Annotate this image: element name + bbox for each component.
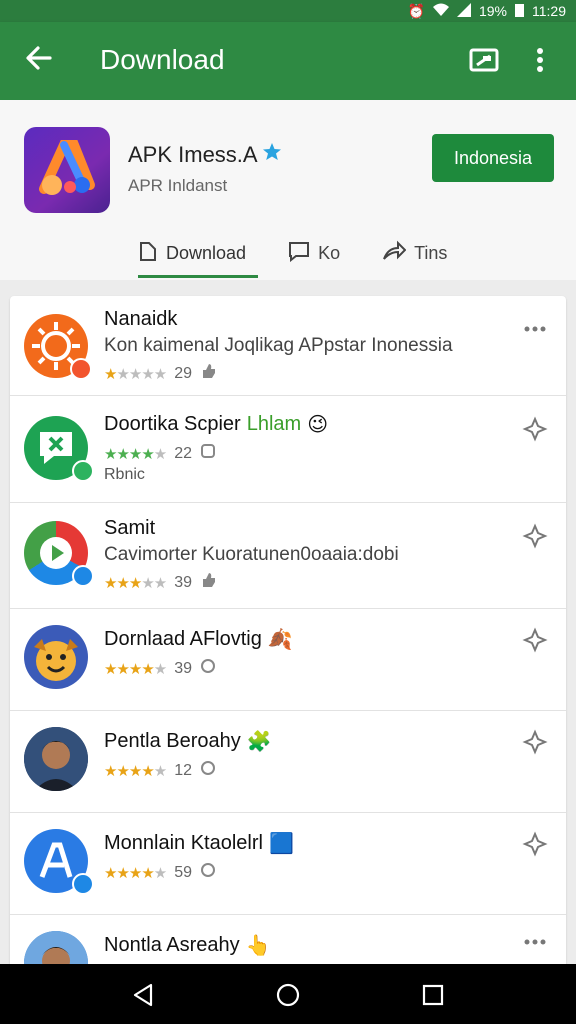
more-vert-icon[interactable] xyxy=(528,44,552,76)
thumb-icon xyxy=(200,862,216,883)
list-item-title: Doortika Scpier xyxy=(104,413,241,435)
battery-icon xyxy=(515,3,524,19)
pin-icon[interactable] xyxy=(522,831,548,857)
pin-icon[interactable] xyxy=(522,729,548,755)
emoji-icon: 👆 xyxy=(245,935,271,957)
status-bar: ⏰ 19% 11:29 xyxy=(0,0,576,22)
pin-icon[interactable] xyxy=(522,627,548,653)
list-item-title: Nanaidk xyxy=(104,308,178,330)
more-horiz-icon[interactable] xyxy=(522,929,548,955)
thumb-icon xyxy=(200,363,216,384)
list-item[interactable]: Samit Cavimorter Kuoratunen0oaaia:dobi ★… xyxy=(10,503,566,609)
rating-stars: ★★★★★ xyxy=(104,864,167,882)
thumb-icon xyxy=(200,572,216,593)
system-nav-bar xyxy=(0,964,576,1024)
wifi-icon xyxy=(432,3,449,19)
list-item[interactable]: Nanaidk Kon kaimenal Joqlikag APpstar In… xyxy=(10,296,566,396)
list-item[interactable]: Monnlain Ktaolelrl 🟦 ★★★★★ 59 xyxy=(10,813,566,915)
list-item-title: Monnlain Ktaolelrl xyxy=(104,832,263,854)
pin-icon[interactable] xyxy=(522,523,548,549)
arrow-left-icon[interactable] xyxy=(22,41,56,75)
app-header: APK Imess.A APR Inldanst Indonesia Downl… xyxy=(0,100,576,280)
list-item-subtitle: Cavimorter Kuoratunen0oaaia:dobi xyxy=(104,544,399,565)
emoji-icon: 🟦 xyxy=(268,833,294,855)
tab-download[interactable]: Download xyxy=(138,228,259,278)
badge-icon xyxy=(70,358,92,380)
more-horiz-icon[interactable] xyxy=(522,316,548,342)
badge-icon xyxy=(72,460,94,482)
emoji-icon: 😉 xyxy=(307,414,329,436)
list-item[interactable]: Pentla Beroahy 🧩 ★★★★★ 12 xyxy=(10,711,566,813)
app-logo-icon xyxy=(24,127,110,213)
signal-icon xyxy=(456,3,471,19)
thumb-icon xyxy=(200,443,216,464)
install-button[interactable]: Indonesia xyxy=(432,134,554,182)
rating-stars: ★★★★★ xyxy=(104,365,167,383)
app-name: APK Imess.A xyxy=(128,142,282,168)
rating-stars: ★★★★★ xyxy=(104,445,167,463)
verified-star-icon xyxy=(262,142,282,168)
cast-icon[interactable] xyxy=(468,44,500,76)
badge-icon xyxy=(72,873,94,895)
tab-ko[interactable]: Ko xyxy=(288,228,352,278)
list-item-title: Samit xyxy=(104,517,156,539)
list-item-title: Nontla Asreahy xyxy=(104,934,240,956)
list-item-note: Rbnic xyxy=(104,466,145,483)
comment-icon xyxy=(288,240,310,267)
clock: 11:29 xyxy=(532,3,566,19)
tab-tins[interactable]: Tins xyxy=(382,228,459,278)
rating-count: 12 xyxy=(174,761,193,779)
rating-count: 39 xyxy=(174,573,193,591)
emoji-icon: 🍂 xyxy=(267,629,293,651)
square-recents-icon[interactable] xyxy=(420,982,446,1008)
rating-stars: ★★★★★ xyxy=(104,574,167,592)
share-icon xyxy=(382,240,407,267)
battery-level: 19% xyxy=(478,3,507,19)
user-avatar xyxy=(24,727,88,791)
tab-bar: Download Ko Tins xyxy=(138,228,459,278)
list-item-title: Pentla Beroahy xyxy=(104,730,241,752)
triangle-back-icon[interactable] xyxy=(130,982,156,1008)
circle-home-icon[interactable] xyxy=(275,982,301,1008)
list-item-title: Dornlaad AFlovtig xyxy=(104,628,262,650)
rating-count: 59 xyxy=(174,863,193,881)
pin-icon[interactable] xyxy=(522,416,548,442)
thumb-icon xyxy=(200,658,216,679)
rating-count: 29 xyxy=(174,364,193,382)
bookmark-icon xyxy=(138,240,158,267)
list-item[interactable]: Doortika Scpier Lhlam 😉 ★★★★★ 22 Rbnic xyxy=(10,396,566,503)
emoji-icon: 🧩 xyxy=(246,731,272,753)
app-developer: APR Inldanst xyxy=(128,176,228,195)
badge-icon xyxy=(72,565,94,587)
app-list: Nanaidk Kon kaimenal Joqlikag APpstar In… xyxy=(10,296,566,976)
rating-stars: ★★★★★ xyxy=(104,660,167,678)
rating-count: 39 xyxy=(174,659,193,677)
app-bar: Download xyxy=(0,22,576,100)
list-item[interactable]: Dornlaad AFlovtig 🍂 ★★★★★ 39 xyxy=(10,609,566,711)
app-avatar xyxy=(24,625,88,689)
list-item-subtitle: Kon kaimenal Joqlikag APpstar Inonessia xyxy=(104,335,453,356)
rating-count: 22 xyxy=(174,444,193,462)
alarm-icon: ⏰ xyxy=(407,3,425,19)
page-title: Download xyxy=(100,44,225,75)
rating-stars: ★★★★★ xyxy=(104,762,167,780)
thumb-icon xyxy=(200,760,216,781)
list-item-title-extra: Lhlam xyxy=(246,413,302,435)
